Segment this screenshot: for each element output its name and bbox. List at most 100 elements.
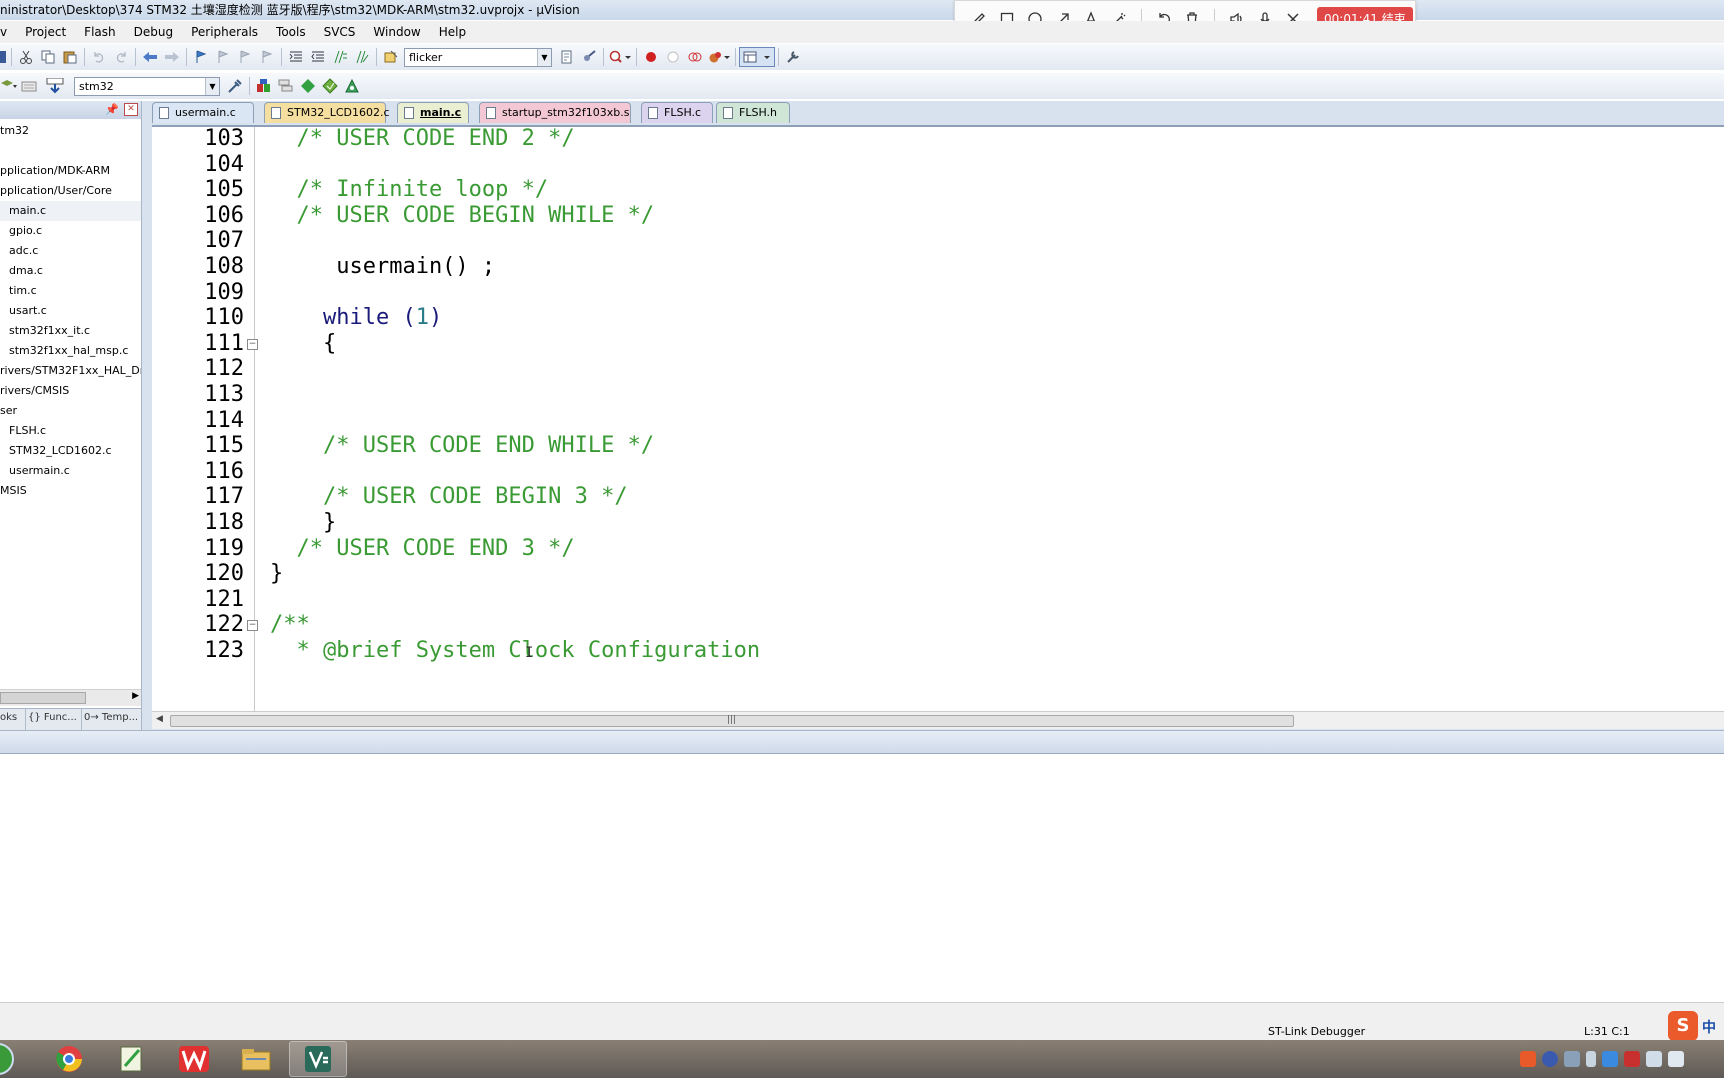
code-line[interactable]: 113 xyxy=(152,381,1724,409)
tab-startup-s[interactable]: startup_stm32f103xb.s xyxy=(479,102,631,123)
tab-flsh-c[interactable]: FLSH.c xyxy=(641,102,713,123)
show-hidden-icons-icon[interactable] xyxy=(1586,1051,1596,1067)
menu-help[interactable]: Help xyxy=(430,25,475,39)
indent-icon[interactable] xyxy=(285,46,307,68)
code-line[interactable]: 123 * @brief System Clock Configuration xyxy=(152,637,1724,665)
code-editor[interactable]: 103 /* USER CODE END 2 */104 105 /* Infin… xyxy=(152,125,1724,711)
run-time-environment-icon[interactable] xyxy=(341,75,363,97)
help-tray-icon[interactable] xyxy=(1542,1051,1558,1067)
code-line[interactable]: 107 xyxy=(152,227,1724,255)
display-tray-icon[interactable] xyxy=(1646,1051,1662,1067)
navigate-forward-icon[interactable] xyxy=(161,46,183,68)
fold-toggle-icon[interactable]: − xyxy=(247,620,258,632)
menu-debug[interactable]: Debug xyxy=(125,25,182,39)
code-line[interactable]: 109 xyxy=(152,279,1724,307)
code-line[interactable]: 111 {− xyxy=(152,330,1724,358)
breakpoint-kill-all-icon[interactable] xyxy=(706,46,732,68)
stack-icon[interactable] xyxy=(275,75,297,97)
breakpoint-disable-all-icon[interactable] xyxy=(684,46,706,68)
chrome-icon[interactable] xyxy=(40,1041,98,1077)
scroll-left-icon[interactable]: ◀ xyxy=(156,714,163,724)
menu-view[interactable]: v xyxy=(0,25,16,39)
find-in-files-icon[interactable] xyxy=(380,46,402,68)
target-options-icon[interactable] xyxy=(224,75,246,97)
wps-icon[interactable] xyxy=(165,1041,223,1077)
code-line[interactable]: 118 } xyxy=(152,509,1724,537)
pack-installer-icon[interactable] xyxy=(319,75,341,97)
tab-functions[interactable]: {} Func... xyxy=(26,709,82,730)
download-icon[interactable] xyxy=(40,75,70,97)
sogou-tray-icon[interactable] xyxy=(1520,1051,1536,1067)
tree-file-dma-c[interactable]: dma.c xyxy=(0,261,141,281)
scrollbar-thumb[interactable]: ||| xyxy=(170,715,1294,727)
bookmark-prev-icon[interactable] xyxy=(212,46,234,68)
bookmark-clear-icon[interactable] xyxy=(256,46,278,68)
comment-icon[interactable] xyxy=(329,46,351,68)
chevron-down-icon[interactable]: ▼ xyxy=(537,48,551,66)
batch-build-icon[interactable] xyxy=(18,75,40,97)
build-output-panel[interactable] xyxy=(0,756,1724,1002)
menu-peripherals[interactable]: Peripherals xyxy=(182,25,267,39)
tree-group-drivers-cmsis[interactable]: rivers/CMSIS xyxy=(0,381,141,401)
code-line[interactable]: 114 xyxy=(152,407,1724,435)
tree-file-gpio-c[interactable]: gpio.c xyxy=(0,221,141,241)
paste-icon[interactable] xyxy=(59,46,81,68)
tree-file-usart-c[interactable]: usart.c xyxy=(0,301,141,321)
configure-icon[interactable] xyxy=(782,46,804,68)
copy-icon[interactable] xyxy=(37,46,59,68)
breakpoint-insert-icon[interactable] xyxy=(640,46,662,68)
editor-horizontal-scrollbar[interactable]: ◀ ||| xyxy=(152,711,1724,729)
uncomment-icon[interactable] xyxy=(351,46,373,68)
code-line[interactable]: 121 xyxy=(152,586,1724,614)
tree-file-flsh-c[interactable]: FLSH.c xyxy=(0,421,141,441)
target-select[interactable]: stm32 ▼ xyxy=(74,76,220,96)
code-line[interactable]: 110 while (1) xyxy=(152,304,1724,332)
tab-stm32-lcd1602-c[interactable]: STM32_LCD1602.c xyxy=(264,102,390,123)
redo-icon[interactable] xyxy=(110,46,132,68)
tree-group-mdk-arm[interactable]: pplication/MDK-ARM xyxy=(0,161,141,181)
code-line[interactable]: 119 /* USER CODE END 3 */ xyxy=(152,535,1724,563)
file-explorer-icon[interactable] xyxy=(227,1041,285,1077)
tab-flsh-h[interactable]: FLSH.h xyxy=(716,102,790,123)
tree-file-main-c[interactable]: main.c xyxy=(0,201,141,221)
sogou-ime-icon[interactable]: S xyxy=(1668,1011,1698,1041)
close-icon[interactable]: ✕ xyxy=(124,103,138,116)
tree-item-blank[interactable] xyxy=(0,141,141,161)
code-line[interactable]: 112 xyxy=(152,355,1724,383)
find-combo[interactable]: flicker ▼ xyxy=(404,47,552,67)
code-line[interactable]: 103 /* USER CODE END 2 */ xyxy=(152,127,1724,153)
debug-session-icon[interactable] xyxy=(578,46,600,68)
pin-icon[interactable]: 📌 xyxy=(105,103,119,116)
tree-file-lcd1602-c[interactable]: STM32_LCD1602.c xyxy=(0,441,141,461)
unindent-icon[interactable] xyxy=(307,46,329,68)
translate-icon[interactable] xyxy=(0,75,18,97)
menu-svcs[interactable]: SVCS xyxy=(315,25,365,39)
start-button[interactable] xyxy=(0,1041,20,1077)
notepad-icon[interactable] xyxy=(103,1041,161,1077)
menu-flash[interactable]: Flash xyxy=(75,25,124,39)
keil-uvision-taskbar-button[interactable] xyxy=(289,1041,347,1077)
network-tray-icon[interactable] xyxy=(1564,1051,1580,1067)
bookmark-next-icon[interactable] xyxy=(234,46,256,68)
project-panel-scrollbar[interactable]: ▶ xyxy=(0,689,141,706)
undo-icon[interactable] xyxy=(88,46,110,68)
select-packs-icon[interactable] xyxy=(297,75,319,97)
code-line[interactable]: 117 /* USER CODE BEGIN 3 */ xyxy=(152,483,1724,511)
code-line[interactable]: 120} xyxy=(152,560,1724,588)
code-line[interactable]: 105 /* Infinite loop */ xyxy=(152,176,1724,204)
tree-group-cmsis[interactable]: MSIS xyxy=(0,481,141,501)
window-layout-icon[interactable] xyxy=(739,47,775,67)
volume-tray-icon[interactable] xyxy=(1668,1051,1684,1067)
code-line[interactable]: 116 xyxy=(152,458,1724,486)
code-line[interactable]: 108 usermain() ; xyxy=(152,253,1724,281)
security-tray-icon[interactable] xyxy=(1624,1051,1640,1067)
tab-books[interactable]: oks xyxy=(0,709,26,730)
incremental-find-icon[interactable] xyxy=(556,46,578,68)
code-line[interactable]: 122 /** − xyxy=(152,611,1724,639)
menu-window[interactable]: Window xyxy=(364,25,429,39)
code-line[interactable]: 104 xyxy=(152,151,1724,179)
tree-file-hal-msp-c[interactable]: stm32f1xx_hal_msp.c xyxy=(0,341,141,361)
cut-icon[interactable] xyxy=(15,46,37,68)
tree-group-user[interactable]: ser xyxy=(0,401,141,421)
manage-project-items-icon[interactable] xyxy=(253,75,275,97)
